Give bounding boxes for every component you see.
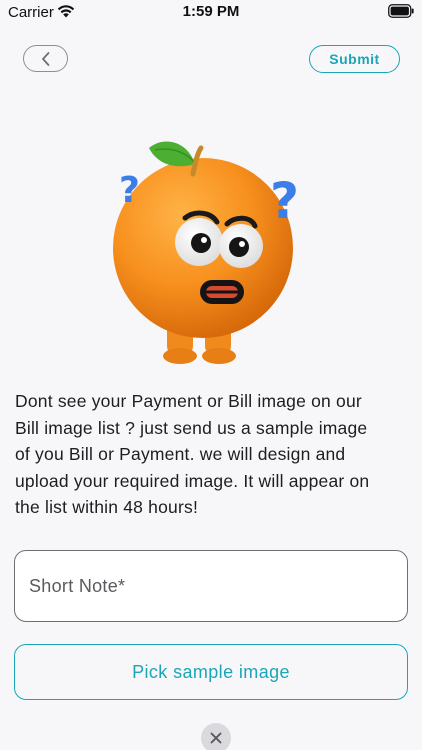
close-icon bbox=[210, 732, 222, 744]
chevron-left-icon bbox=[41, 51, 49, 66]
pick-sample-image-button[interactable]: Pick sample image bbox=[14, 644, 408, 700]
back-button[interactable] bbox=[23, 45, 68, 72]
message-line: upload your required image. It will appe… bbox=[15, 470, 370, 491]
clock: 1:59 PM bbox=[182, 3, 240, 20]
short-note-field[interactable] bbox=[14, 550, 408, 622]
submit-button[interactable]: Submit bbox=[309, 45, 400, 73]
info-message: Dont see your Payment or Bill image on o… bbox=[15, 388, 410, 521]
question-mark-right: ? bbox=[270, 172, 299, 230]
message-line: Bill image list ? just send us a sample … bbox=[15, 417, 368, 438]
confused-orange-mascot: ? ? bbox=[113, 141, 299, 364]
message-line: of you Bill or Payment. we will design a… bbox=[15, 444, 346, 464]
short-note-input[interactable] bbox=[29, 575, 407, 597]
status-bar: Carrier 1:59 PM bbox=[0, 0, 422, 26]
battery-icon bbox=[388, 4, 414, 18]
message-line: the list within 48 hours! bbox=[15, 497, 199, 517]
close-button[interactable] bbox=[201, 723, 231, 750]
question-mark-left: ? bbox=[119, 170, 140, 211]
screen: Carrier 1:59 PM Submit ? ? Dont see your… bbox=[0, 0, 422, 750]
message-line: Dont see your Payment or Bill image on o… bbox=[15, 391, 362, 411]
